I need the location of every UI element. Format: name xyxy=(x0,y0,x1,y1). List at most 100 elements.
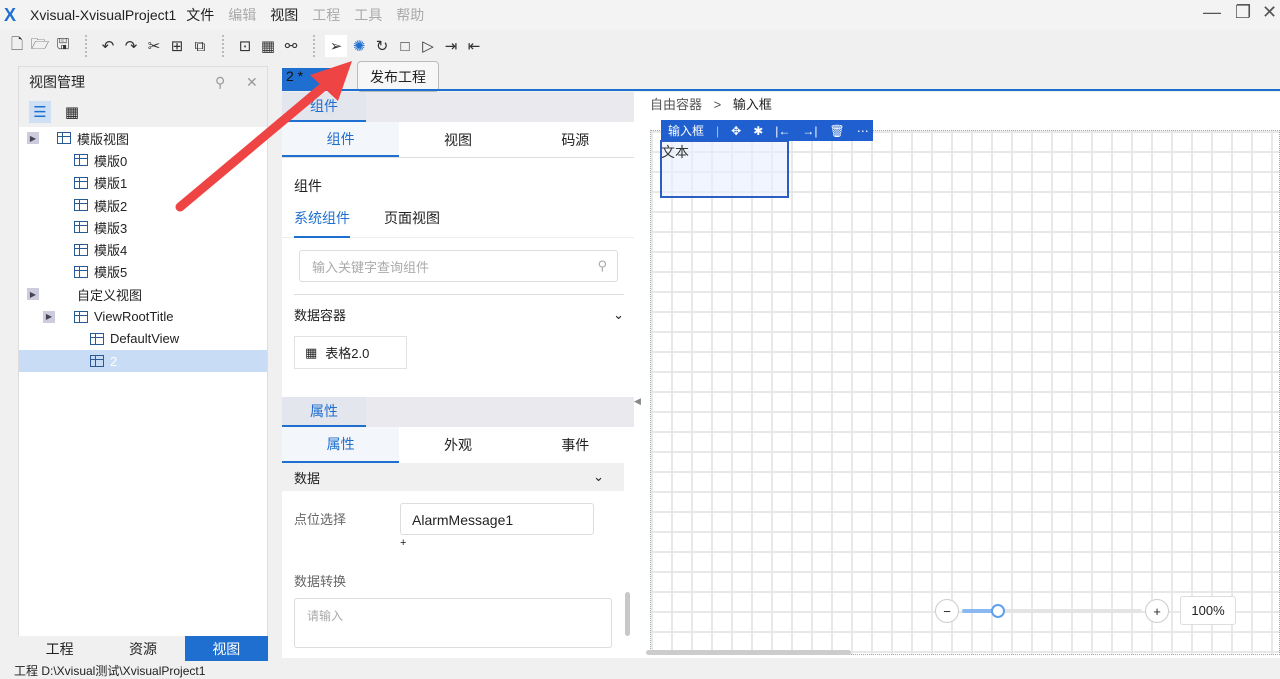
menu-edit[interactable]: 编辑 xyxy=(228,5,256,25)
chevron-down-icon: ⌄ xyxy=(613,306,624,322)
copy-icon[interactable]: ⊞ xyxy=(166,35,188,57)
menu-file[interactable]: 文件 xyxy=(186,5,214,25)
view-icon xyxy=(90,355,104,368)
tab-underline xyxy=(282,89,1280,91)
search-icon: ⚲ xyxy=(597,258,607,273)
scrollbar[interactable] xyxy=(625,592,630,636)
tree-item[interactable]: 模版4 xyxy=(19,238,267,260)
tab-resources[interactable]: 资源 xyxy=(101,636,185,661)
panel-title: 视图管理 xyxy=(29,74,85,90)
tree-item[interactable]: ▶ 自定义视图 xyxy=(19,283,267,305)
breadcrumb: 自由容器 > 输入框 xyxy=(650,94,772,113)
tab-views[interactable]: 视图 xyxy=(399,122,516,157)
align-left-icon[interactable]: |← xyxy=(775,124,790,138)
view-icon xyxy=(74,221,88,234)
zoom-level[interactable]: 100% xyxy=(1180,596,1236,625)
menu-project[interactable]: 工程 xyxy=(312,5,340,25)
minimize-button[interactable]: — xyxy=(1203,2,1221,23)
input-widget[interactable]: 文本 xyxy=(660,140,789,198)
tree-item[interactable]: 模版5 xyxy=(19,261,267,283)
open-folder-icon[interactable]: 🗁 xyxy=(29,35,51,57)
debug-icon[interactable]: ✱ xyxy=(753,124,763,138)
add-template-icon[interactable]: ▦ xyxy=(257,35,279,57)
view-icon xyxy=(74,310,88,323)
delete-icon[interactable]: 🗑 xyxy=(830,124,845,138)
refresh-icon[interactable]: ↻ xyxy=(371,35,393,57)
menu-tools[interactable]: 工具 xyxy=(354,5,382,25)
tab-appearance[interactable]: 外观 xyxy=(399,427,516,463)
toolbar-separator xyxy=(313,35,321,57)
tree-item-label: 模版4 xyxy=(94,243,128,259)
zoom-slider[interactable] xyxy=(962,604,1142,618)
paste-icon[interactable]: ⧉ xyxy=(189,35,211,57)
tab-source[interactable]: 码源 xyxy=(517,122,634,157)
expand-arrow-icon[interactable]: ▶ xyxy=(27,288,39,301)
point-select-input[interactable]: AlarmMessage1 xyxy=(400,503,594,535)
component-item-label: 表格2.0 xyxy=(325,346,370,361)
build-icon[interactable]: ✺ xyxy=(348,35,370,57)
grid-view-icon[interactable]: ▦ xyxy=(61,101,83,123)
close-button[interactable]: ✕ xyxy=(1262,2,1277,23)
view-icon xyxy=(74,243,88,256)
zoom-in-button[interactable]: + xyxy=(1145,599,1169,623)
table-icon: ▦ xyxy=(305,344,318,360)
group-label: 数据容器 xyxy=(294,308,347,323)
view-icon xyxy=(74,154,88,167)
zoom-out-button[interactable]: − xyxy=(935,599,959,623)
search-placeholder: 输入关键字查询组件 xyxy=(312,259,430,275)
add-point-button[interactable]: + xyxy=(400,537,406,549)
new-file-icon[interactable]: 🗋 xyxy=(6,35,28,57)
design-canvas[interactable] xyxy=(650,130,1280,655)
collapse-panel-icon[interactable]: ◀ xyxy=(634,396,641,407)
expand-arrow-icon[interactable]: ▶ xyxy=(43,310,55,323)
undo-icon[interactable]: ↶ xyxy=(97,35,119,57)
tree-item-label: 模版0 xyxy=(94,153,128,169)
tab-properties[interactable]: 属性 xyxy=(282,427,400,463)
component-item-table[interactable]: ▦ 表格2.0 xyxy=(294,336,407,369)
tab-events[interactable]: 事件 xyxy=(517,427,634,463)
tree-item[interactable]: DefaultView xyxy=(19,328,267,350)
list-view-icon[interactable]: ☰ xyxy=(29,101,51,123)
data-convert-input[interactable]: 请输入 xyxy=(294,598,612,648)
publish-icon[interactable]: ➢ xyxy=(325,35,347,57)
run-icon[interactable]: ▷ xyxy=(417,35,439,57)
add-view-icon[interactable]: ⊡ xyxy=(234,35,256,57)
menu-view[interactable]: 视图 xyxy=(270,5,298,25)
tree-item-label: 2 xyxy=(110,353,118,369)
tree-item[interactable]: ▶ ViewRootTitle xyxy=(19,305,267,327)
tree-item-label: 模版视图 xyxy=(77,131,130,147)
tree-item[interactable]: 2 xyxy=(19,349,267,373)
zoom-slider-handle[interactable] xyxy=(991,604,1005,618)
widget-name: 输入框 xyxy=(668,124,705,138)
save-icon[interactable]: 🖫 xyxy=(52,35,74,57)
redo-icon[interactable]: ↷ xyxy=(120,35,142,57)
properties-header: 属性 xyxy=(282,397,366,427)
view-icon xyxy=(57,132,71,145)
tree-item-label: 模版5 xyxy=(94,265,128,281)
view-icon xyxy=(90,332,104,345)
add-link-icon[interactable]: ⚯ xyxy=(280,35,302,57)
export-icon[interactable]: ⇥ xyxy=(440,35,462,57)
cut-icon[interactable]: ✂ xyxy=(143,35,165,57)
group-data[interactable]: 数据 ⌄ xyxy=(282,463,624,491)
breadcrumb-item[interactable]: 输入框 xyxy=(733,97,772,112)
align-right-icon[interactable]: →| xyxy=(802,124,817,138)
move-icon[interactable]: ✥ xyxy=(731,124,741,138)
tab-views[interactable]: 视图 xyxy=(184,636,268,661)
tab-project[interactable]: 工程 xyxy=(18,636,102,661)
breadcrumb-item[interactable]: 自由容器 xyxy=(650,97,702,112)
horizontal-scrollbar[interactable] xyxy=(646,650,851,655)
expand-arrow-icon[interactable]: ▶ xyxy=(27,132,39,145)
stop-icon[interactable]: □ xyxy=(394,35,416,57)
view-icon xyxy=(74,176,88,189)
subtab-page-views[interactable]: 页面视图 xyxy=(384,208,440,237)
group-data-container[interactable]: 数据容器 ⌄ xyxy=(294,294,624,334)
maximize-button[interactable]: ❐ xyxy=(1235,2,1251,23)
component-search-input[interactable]: 输入关键字查询组件 ⚲ xyxy=(299,250,618,282)
title-bar: X Xvisual-XvisualProject1 文件 编辑 视图 工程 工具… xyxy=(0,0,1280,30)
more-icon[interactable]: ⋯ xyxy=(857,124,869,138)
import-icon[interactable]: ⇤ xyxy=(463,35,485,57)
annotation-arrow xyxy=(175,61,352,212)
menu-help[interactable]: 帮助 xyxy=(396,5,424,25)
data-convert-label: 数据转换 xyxy=(294,574,347,589)
